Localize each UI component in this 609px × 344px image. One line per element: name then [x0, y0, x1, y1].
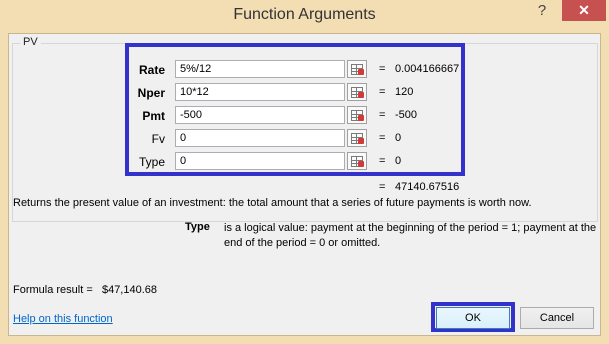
close-button[interactable]: ✕ — [562, 0, 606, 21]
formula-result-label: Formula result = — [13, 284, 93, 296]
arg-label-rate: Rate — [138, 63, 165, 77]
close-icon: ✕ — [578, 2, 590, 18]
arrow-icon — [358, 69, 364, 75]
arg-description-text: is a logical value: payment at the begin… — [224, 222, 597, 249]
pmt-input[interactable] — [175, 106, 345, 124]
arrow-icon — [358, 138, 364, 144]
equals-sign: = — [379, 86, 386, 98]
arrow-icon — [358, 92, 364, 98]
function-description: Returns the present value of an investme… — [13, 197, 532, 209]
equals-sign: = — [379, 181, 386, 193]
cancel-button[interactable]: Cancel — [520, 307, 594, 329]
formula-result-value: $47,140.68 — [101, 284, 158, 296]
nper-ref-button[interactable] — [347, 83, 367, 101]
title-bar: Function Arguments ? ✕ — [0, 0, 609, 33]
formula-result: Formula result = $47,140.68 — [13, 284, 157, 296]
arg-label-pmt: Pmt — [142, 109, 165, 123]
arg-description-name: Type — [185, 221, 210, 233]
type-ref-button[interactable] — [347, 152, 367, 170]
type-result: 0 — [395, 155, 402, 167]
equals-sign: = — [379, 63, 386, 75]
equals-sign: = — [379, 109, 386, 121]
arg-label-fv: Fv — [151, 132, 165, 146]
arg-label-type: Type — [138, 155, 165, 169]
pmt-ref-button[interactable] — [347, 106, 367, 124]
equals-sign: = — [379, 155, 386, 167]
function-name: PV — [20, 36, 41, 48]
rate-input[interactable] — [175, 60, 345, 78]
rate-ref-button[interactable] — [347, 60, 367, 78]
fv-input[interactable] — [175, 129, 345, 147]
fv-ref-button[interactable] — [347, 129, 367, 147]
arrow-icon — [358, 161, 364, 167]
dialog-body: PV Rate = 0.004166667 Nper = 120 Pmt = -… — [8, 33, 601, 336]
rate-result: 0.004166667 — [395, 63, 460, 75]
arg-label-nper: Nper — [137, 86, 165, 100]
nper-result: 120 — [395, 86, 414, 98]
help-icon[interactable]: ? — [535, 2, 549, 22]
fv-result: 0 — [395, 132, 402, 144]
pmt-result: -500 — [395, 109, 418, 121]
nper-input[interactable] — [175, 83, 345, 101]
total-result: 47140.67516 — [395, 181, 460, 193]
ok-button[interactable]: OK — [436, 307, 510, 329]
dialog-title: Function Arguments — [233, 6, 376, 23]
arrow-icon — [358, 115, 364, 121]
equals-sign: = — [379, 132, 386, 144]
function-arguments-dialog: Function Arguments ? ✕ PV Rate = 0.00416… — [0, 0, 609, 344]
type-input[interactable] — [175, 152, 345, 170]
help-link[interactable]: Help on this function — [13, 313, 113, 325]
